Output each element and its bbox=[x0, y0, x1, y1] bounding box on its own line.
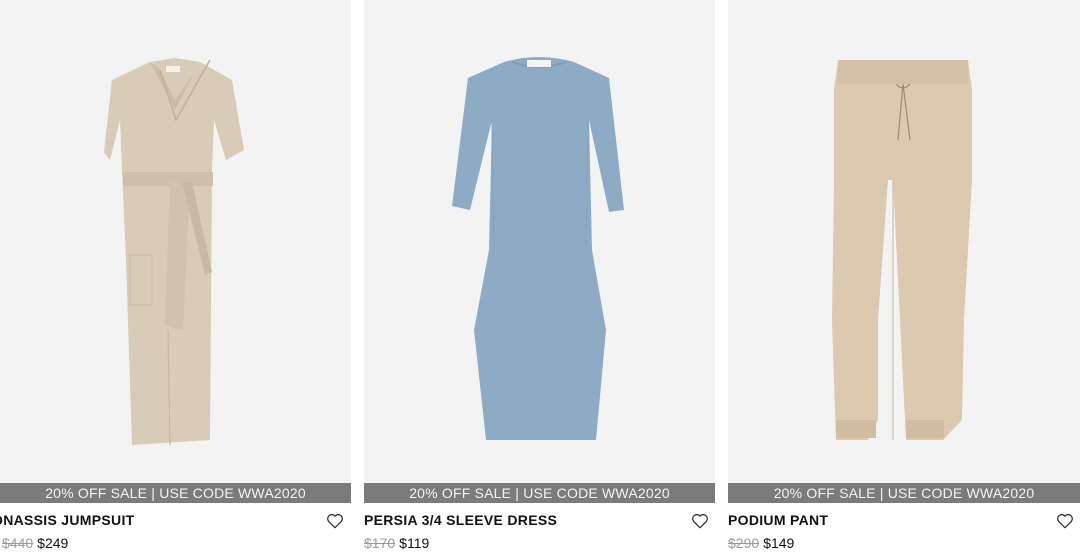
product-image[interactable] bbox=[0, 0, 351, 483]
sale-price: $249 bbox=[37, 535, 69, 551]
product-name[interactable]: PODIUM PANT bbox=[728, 512, 828, 528]
promo-banner: 20% OFF SALE | USE CODE WWA2020 bbox=[728, 483, 1080, 503]
price-row: $440 $249 bbox=[2, 535, 68, 551]
product-name[interactable]: ONASSIS JUMPSUIT bbox=[0, 512, 135, 528]
sale-price: $149 bbox=[763, 535, 795, 551]
original-price: $440 bbox=[2, 535, 34, 551]
product-card[interactable]: 20% OFF SALE | USE CODE WWA2020 ONASSIS … bbox=[0, 0, 351, 554]
dress-image bbox=[452, 57, 624, 440]
product-card[interactable]: 20% OFF SALE | USE CODE WWA2020 PODIUM P… bbox=[728, 0, 1080, 554]
promo-banner: 20% OFF SALE | USE CODE WWA2020 bbox=[364, 483, 715, 503]
original-price: $290 bbox=[728, 535, 760, 551]
jumpsuit-image bbox=[104, 58, 244, 446]
heart-outline-icon[interactable] bbox=[691, 512, 709, 530]
pant-image bbox=[832, 60, 972, 440]
product-image[interactable] bbox=[364, 0, 715, 483]
promo-banner: 20% OFF SALE | USE CODE WWA2020 bbox=[0, 483, 351, 503]
heart-outline-icon[interactable] bbox=[1056, 512, 1074, 530]
heart-outline-icon[interactable] bbox=[326, 512, 344, 530]
product-grid: 20% OFF SALE | USE CODE WWA2020 ONASSIS … bbox=[0, 0, 1080, 554]
sale-price: $119 bbox=[399, 535, 430, 551]
price-row: $170 $119 bbox=[364, 535, 429, 551]
original-price: $170 bbox=[364, 535, 396, 551]
price-row: $290 $149 bbox=[728, 535, 794, 551]
product-image[interactable] bbox=[728, 0, 1080, 483]
product-card[interactable]: 20% OFF SALE | USE CODE WWA2020 PERSIA 3… bbox=[364, 0, 715, 554]
product-name[interactable]: PERSIA 3/4 SLEEVE DRESS bbox=[364, 512, 557, 528]
